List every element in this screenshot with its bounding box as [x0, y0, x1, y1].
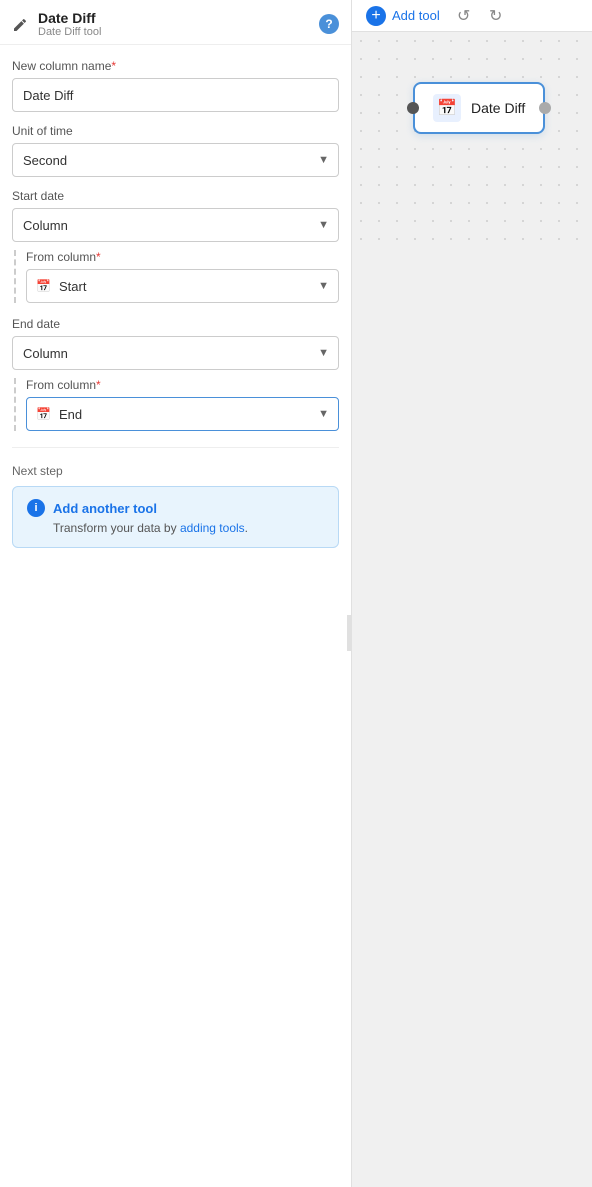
end-date-select[interactable]: Column Value [12, 336, 339, 370]
left-panel: Date Diff Date Diff tool ? New column na… [0, 0, 352, 1187]
top-toolbar: + Add tool ↺ ↻ [352, 0, 592, 32]
start-from-column-section: From column* 📅 Start End ▼ [14, 250, 339, 303]
add-tool-card: i Add another tool Transform your data b… [12, 486, 339, 548]
pencil-icon [12, 15, 30, 33]
right-panel: + Add tool ↺ ↻ 📅 Date Diff + ● ▾ ↔ [352, 0, 592, 1187]
tool-title: Date Diff [38, 10, 101, 26]
help-button[interactable]: ? [319, 14, 339, 34]
new-column-label: New column name* [12, 59, 339, 73]
date-diff-node[interactable]: 📅 Date Diff [407, 82, 551, 134]
tool-subtitle: Date Diff tool [38, 26, 101, 38]
start-column-select[interactable]: Start End [26, 269, 339, 303]
canvas-area: 📅 Date Diff [352, 32, 592, 252]
info-icon: i [27, 499, 45, 517]
redo-button[interactable]: ↻ [482, 2, 510, 30]
unit-select[interactable]: Second Minute Hour Day Week Month Year [12, 143, 339, 177]
add-tool-button[interactable]: + Add tool [360, 2, 446, 30]
start-date-select-wrapper: Column Value ▼ [12, 208, 339, 242]
start-date-select[interactable]: Column Value [12, 208, 339, 242]
undo-button[interactable]: ↺ [450, 2, 478, 30]
start-column-select-wrapper: 📅 Start End ▼ [26, 269, 339, 303]
end-from-column-label: From column* [26, 378, 339, 392]
add-tool-label: Add tool [392, 8, 440, 23]
start-from-column-label: From column* [26, 250, 339, 264]
header-titles: Date Diff Date Diff tool [38, 10, 101, 38]
end-date-label: End date [12, 317, 339, 331]
add-tool-card-body: Transform your data by adding tools. [27, 521, 324, 535]
node-box[interactable]: 📅 Date Diff [413, 82, 545, 134]
add-tool-plus-icon: + [366, 6, 386, 26]
end-column-select-wrapper: 📅 End Start ▼ [26, 397, 339, 431]
new-column-input[interactable] [12, 78, 339, 112]
end-date-select-wrapper: Column Value ▼ [12, 336, 339, 370]
add-tool-card-header: i Add another tool [27, 499, 324, 517]
unit-select-wrapper: Second Minute Hour Day Week Month Year ▼ [12, 143, 339, 177]
header-left: Date Diff Date Diff tool [12, 10, 101, 38]
node-input-connector [407, 102, 419, 114]
add-tool-card-title: Add another tool [53, 501, 157, 516]
end-from-column-section: From column* 📅 End Start ▼ [14, 378, 339, 431]
start-date-label: Start date [12, 189, 339, 203]
node-label: Date Diff [471, 100, 525, 116]
node-calendar-icon: 📅 [433, 94, 461, 122]
adding-tools-link[interactable]: adding tools [180, 521, 245, 535]
unit-label: Unit of time [12, 124, 339, 138]
next-step-label: Next step [12, 464, 339, 478]
divider [12, 447, 339, 448]
end-column-select[interactable]: End Start [26, 397, 339, 431]
panel-content: New column name* Unit of time Second Min… [0, 45, 351, 562]
node-output-connector [539, 102, 551, 114]
tool-header: Date Diff Date Diff tool ? [0, 0, 351, 45]
